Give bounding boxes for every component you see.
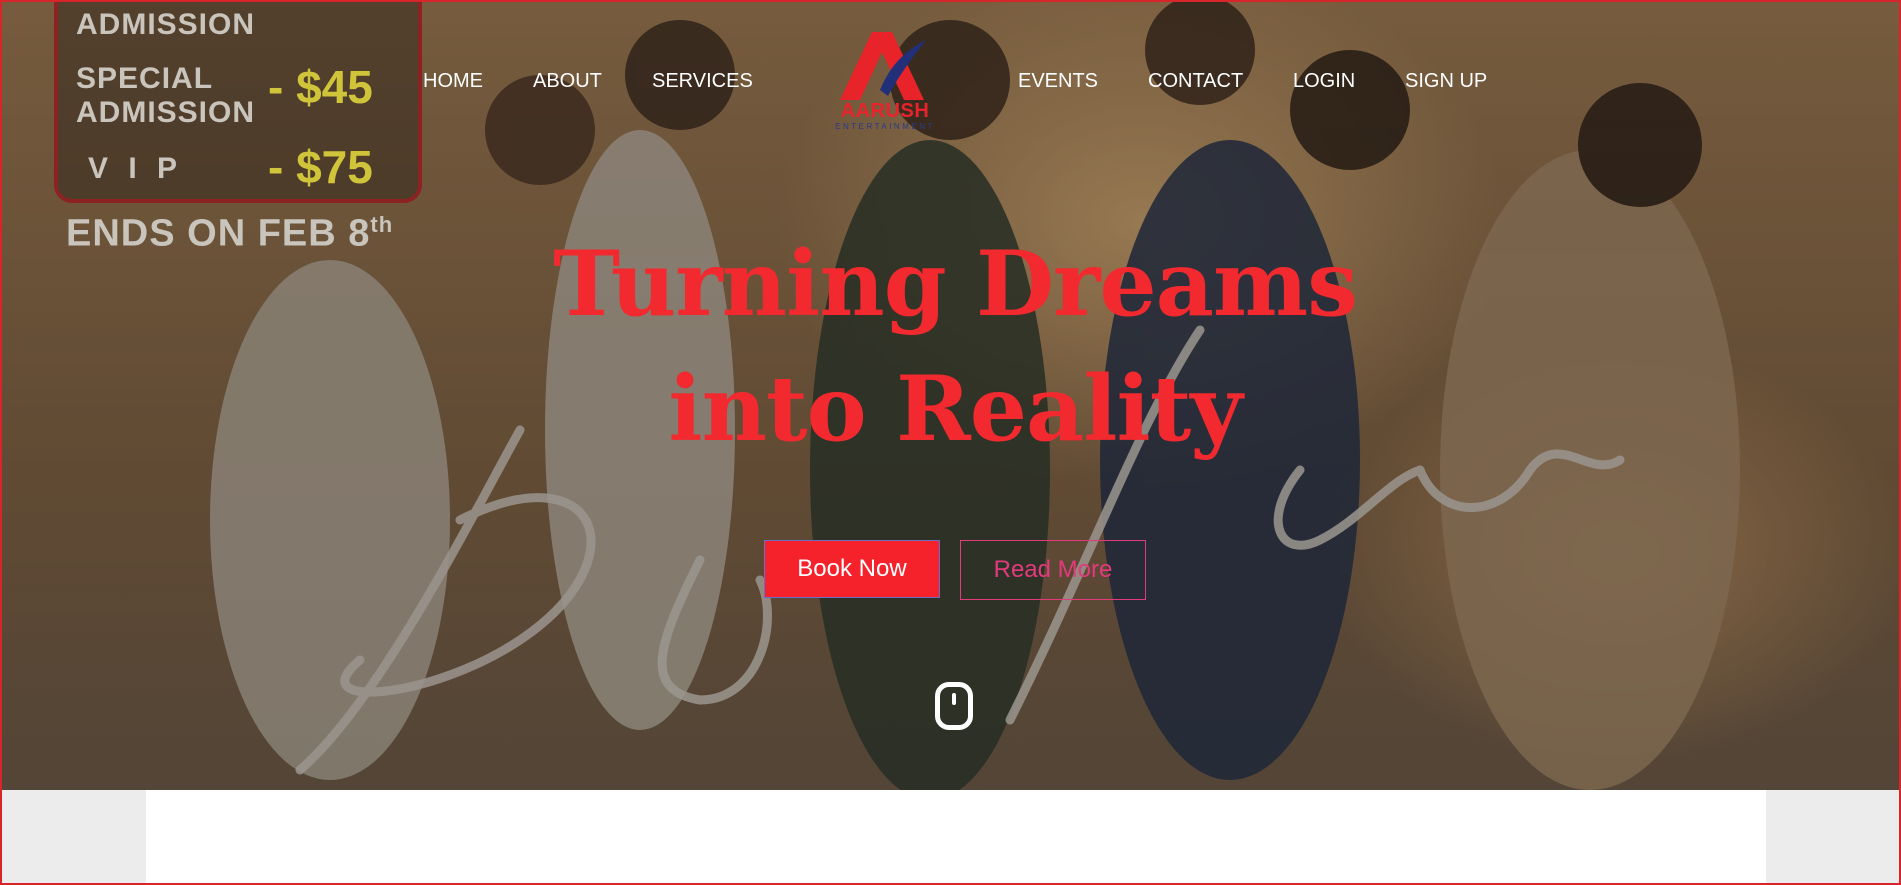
price-card-art: ADMISSION SPECIAL ADMISSION - $45 V I P … [54, 0, 422, 203]
nav-home-link[interactable]: HOME [423, 70, 483, 93]
price-special-label-line2: ADMISSION [76, 96, 256, 129]
book-now-button[interactable]: Book Now [764, 540, 940, 598]
nav-about-link[interactable]: ABOUT [533, 70, 602, 93]
ends-label: ENDS ON FEB 8 [66, 212, 371, 255]
price-ends-text: ENDS ON FEB 8th [66, 212, 393, 256]
price-special-value: - $45 [268, 61, 373, 113]
nav-signup-link[interactable]: SIGN UP [1405, 70, 1487, 93]
ends-suffix: th [370, 212, 394, 237]
nav-contact-link[interactable]: CONTACT [1148, 70, 1243, 93]
price-vip-value: - $75 [268, 141, 373, 193]
nav-services-link[interactable]: SERVICES [652, 70, 753, 93]
nav-events-link[interactable]: EVENTS [1018, 70, 1098, 93]
price-vip-label: V I P [88, 152, 184, 185]
hero-headline: Turning Dreams into Reality [450, 222, 1460, 472]
brand-logo-text: AARUSH [840, 100, 930, 122]
hero-headline-line1: Turning Dreams [553, 231, 1358, 337]
brand-logo-mark-icon [840, 32, 926, 100]
mouse-scroll-icon[interactable] [935, 682, 973, 730]
hero-headline-line2: into Reality [668, 356, 1242, 462]
content-panel [146, 790, 1766, 885]
brand-logo-subtitle: ENTERTAINMENT [835, 122, 935, 131]
nav-login-link[interactable]: LOGIN [1293, 70, 1355, 93]
price-admission-label: ADMISSION [76, 8, 256, 41]
read-more-button[interactable]: Read More [960, 540, 1146, 600]
price-special-label-line1: SPECIAL [76, 62, 214, 95]
brand-logo[interactable]: AARUSH ENTERTAINMENT [830, 30, 940, 131]
